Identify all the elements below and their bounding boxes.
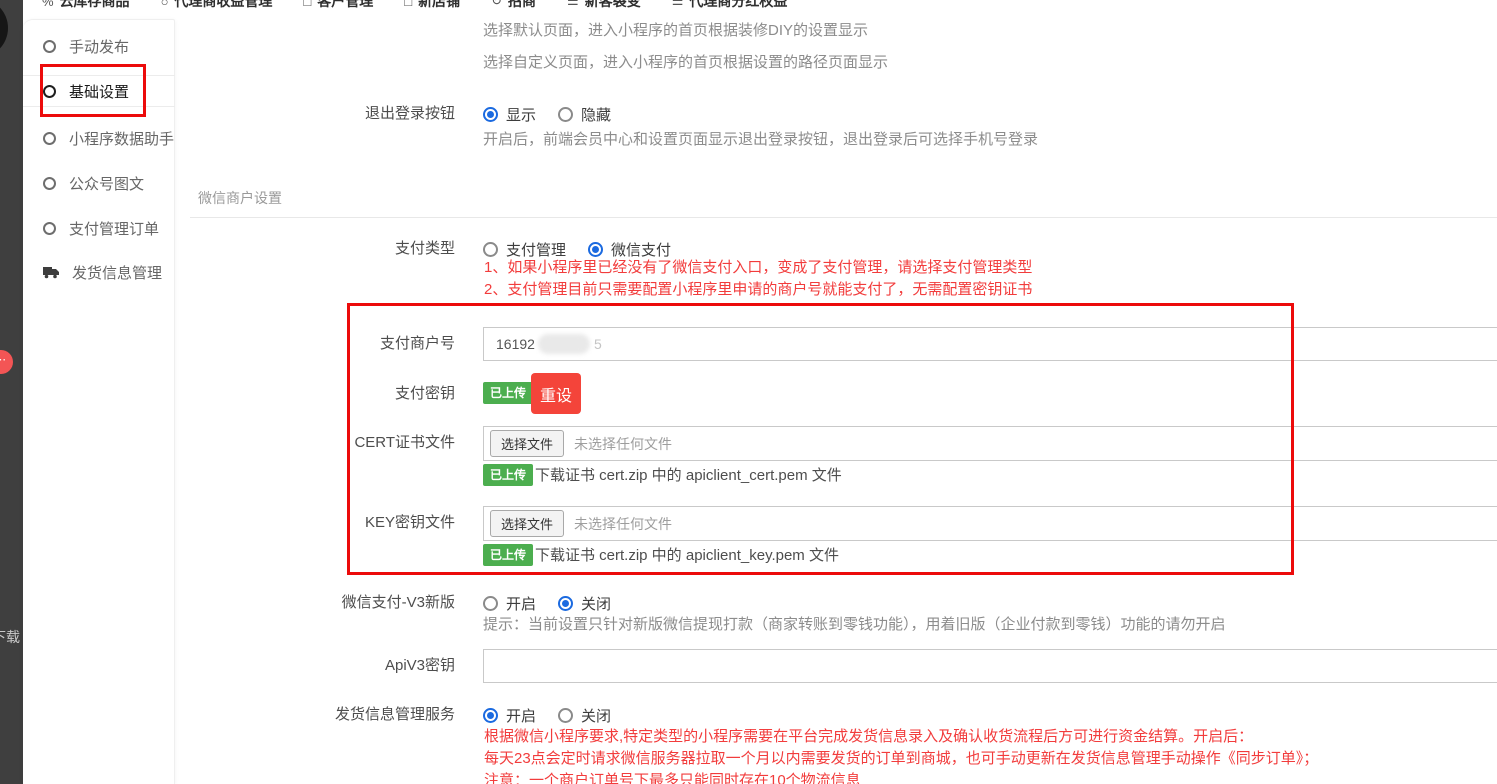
menu-item-new-shop[interactable]: □新店铺 bbox=[404, 0, 460, 11]
logout-help-text: 开启后，前端会员中心和设置页面显示退出登录按钮，退出登录后可选择手机号登录 bbox=[483, 131, 1038, 148]
merchant-id-value: 16192 bbox=[496, 336, 535, 352]
card-icon: □ bbox=[404, 0, 412, 9]
radio-pay-management[interactable]: 支付管理 bbox=[483, 239, 566, 260]
pay-type-warning-2: 2、支付管理目前只需要配置小程序里申请的商户号就能支付了，无需配置密钥证书 bbox=[484, 281, 1032, 298]
shipping-service-label: 发货信息管理服务 bbox=[280, 706, 455, 723]
menu-item-agent-earnings[interactable]: ○代理商收益管理 bbox=[161, 0, 273, 11]
sidebar-item-official-articles[interactable]: 公众号图文 bbox=[23, 167, 175, 199]
radio-shipping-on[interactable]: 开启 bbox=[483, 705, 536, 726]
logout-radio-group: 显示 隐藏 bbox=[483, 104, 611, 125]
radio-v3-on[interactable]: 开启 bbox=[483, 593, 536, 614]
top-menu-bar: %云库存商品 ○代理商收益管理 □客户管理 □新店铺 ↻招商 ☰新客裂变 ☰代理… bbox=[42, 0, 787, 11]
radio-unselected-icon bbox=[483, 596, 498, 611]
radio-unselected-icon bbox=[483, 242, 498, 257]
cert-file-note: 下载证书 cert.zip 中的 apiclient_cert.pem 文件 bbox=[535, 464, 842, 485]
merchant-id-label: 支付商户号 bbox=[280, 335, 455, 352]
radio-unselected-icon bbox=[558, 708, 573, 723]
left-dark-rail: ⋯ 下载 bbox=[0, 0, 23, 784]
truck-icon bbox=[43, 266, 59, 279]
download-label[interactable]: 下载 bbox=[0, 627, 20, 647]
refresh-icon: ↻ bbox=[491, 0, 502, 9]
sidebar-item-miniprogram-data[interactable]: 小程序数据助手 bbox=[23, 122, 175, 154]
sidebar-item-payment-orders[interactable]: 支付管理订单 bbox=[23, 212, 175, 244]
key-file-note: 下载证书 cert.zip 中的 apiclient_key.pem 文件 bbox=[535, 544, 839, 565]
circle-icon bbox=[43, 132, 56, 145]
v3-radio-group: 开启 关闭 bbox=[483, 593, 611, 614]
intro-custom-page-text: 选择自定义页面，进入小程序的首页根据设置的路径页面显示 bbox=[483, 54, 888, 71]
key-file-input[interactable]: 选择文件 未选择任何文件 bbox=[483, 506, 1497, 541]
menu-item-fission[interactable]: ☰新客裂变 bbox=[567, 0, 641, 11]
app-logo-avatar[interactable] bbox=[0, 0, 8, 58]
cert-file-input[interactable]: 选择文件 未选择任何文件 bbox=[483, 426, 1497, 461]
v3-help-text: 提示：当前设置只针对新版微信提现打款（商家转账到零钱功能），用着旧版（企业付款到… bbox=[483, 616, 1226, 633]
cert-uploaded-badge: 已上传 bbox=[483, 464, 533, 486]
circle-icon: ○ bbox=[161, 0, 169, 9]
key-file-label: KEY密钥文件 bbox=[280, 514, 455, 531]
radio-logout-hide[interactable]: 隐藏 bbox=[558, 104, 611, 125]
radio-shipping-off[interactable]: 关闭 bbox=[558, 705, 611, 726]
cert-no-file-text: 未选择任何文件 bbox=[574, 434, 672, 454]
cert-file-label: CERT证书文件 bbox=[280, 434, 455, 451]
admin-settings-page: ⋯ 下载 %云库存商品 ○代理商收益管理 □客户管理 □新店铺 ↻招商 ☰新客裂… bbox=[0, 0, 1497, 784]
radio-logout-show[interactable]: 显示 bbox=[483, 104, 536, 125]
section-title-wechat-merchant: 微信商户设置 bbox=[198, 188, 282, 208]
reset-secret-button[interactable]: 重设 bbox=[531, 373, 581, 414]
cert-choose-file-button[interactable]: 选择文件 bbox=[490, 430, 564, 457]
list-icon: ☰ bbox=[567, 0, 579, 9]
circle-icon bbox=[43, 85, 56, 98]
settings-sidebar: 手动发布 基础设置 小程序数据助手 公众号图文 支付管理订单 发货信息管理 bbox=[23, 19, 175, 784]
apiv3-input[interactable] bbox=[483, 649, 1497, 683]
card-icon: □ bbox=[303, 0, 311, 9]
radio-wechat-pay[interactable]: 微信支付 bbox=[588, 239, 671, 260]
notification-badge[interactable]: ⋯ bbox=[0, 350, 13, 374]
shipping-note-3: 注意：一个商户订单号下最多只能同时存在10个物流信息 bbox=[484, 772, 861, 784]
pay-type-warning-1: 1、如果小程序里已经没有了微信支付入口，变成了支付管理，请选择支付管理类型 bbox=[484, 259, 1032, 276]
pay-secret-label: 支付密钥 bbox=[280, 385, 455, 402]
radio-selected-icon bbox=[558, 596, 573, 611]
pay-type-radio-group: 支付管理 微信支付 bbox=[483, 239, 671, 260]
link-icon: % bbox=[42, 0, 54, 9]
circle-icon bbox=[43, 40, 56, 53]
key-no-file-text: 未选择任何文件 bbox=[574, 514, 672, 534]
logout-button-label: 退出登录按钮 bbox=[280, 105, 455, 122]
merchant-id-input[interactable]: 16192 5 bbox=[483, 327, 1497, 361]
pay-type-label: 支付类型 bbox=[280, 240, 455, 257]
circle-icon bbox=[43, 222, 56, 235]
intro-default-page-text: 选择默认页面，进入小程序的首页根据装修DIY的设置显示 bbox=[483, 22, 868, 39]
key-choose-file-button[interactable]: 选择文件 bbox=[490, 510, 564, 537]
menu-item-customers[interactable]: □客户管理 bbox=[303, 0, 373, 11]
circle-icon bbox=[43, 177, 56, 190]
radio-selected-icon bbox=[588, 242, 603, 257]
shipping-note-2: 每天23点会定时请求微信服务器拉取一个月以内需要发货的订单到商城，也可手动更新在… bbox=[484, 750, 1318, 767]
shipping-note-1: 根据微信小程序要求,特定类型的小程序需要在平台完成发货信息录入及确认收货流程后方… bbox=[484, 728, 1253, 745]
pay-secret-uploaded-badge: 已上传 bbox=[483, 382, 533, 404]
sidebar-item-manual-publish[interactable]: 手动发布 bbox=[23, 30, 175, 62]
sidebar-item-basic-settings[interactable]: 基础设置 bbox=[23, 75, 175, 107]
v3-label: 微信支付-V3新版 bbox=[280, 594, 455, 611]
menu-item-agent-dividend[interactable]: ☰代理商分红权益 bbox=[672, 0, 788, 11]
sidebar-item-shipping-info[interactable]: 发货信息管理 bbox=[23, 256, 175, 288]
radio-selected-icon bbox=[483, 107, 498, 122]
radio-unselected-icon bbox=[558, 107, 573, 122]
merchant-id-suffix: 5 bbox=[594, 336, 602, 352]
shipping-radio-group: 开启 关闭 bbox=[483, 705, 611, 726]
redaction-blur bbox=[538, 334, 590, 354]
radio-v3-off[interactable]: 关闭 bbox=[558, 593, 611, 614]
radio-selected-icon bbox=[483, 708, 498, 723]
menu-item-cloud-stock[interactable]: %云库存商品 bbox=[42, 0, 130, 11]
list-icon: ☰ bbox=[672, 0, 684, 9]
key-uploaded-badge: 已上传 bbox=[483, 544, 533, 566]
section-divider bbox=[190, 217, 1497, 218]
apiv3-label: ApiV3密钥 bbox=[280, 657, 455, 674]
menu-item-investment[interactable]: ↻招商 bbox=[491, 0, 536, 11]
